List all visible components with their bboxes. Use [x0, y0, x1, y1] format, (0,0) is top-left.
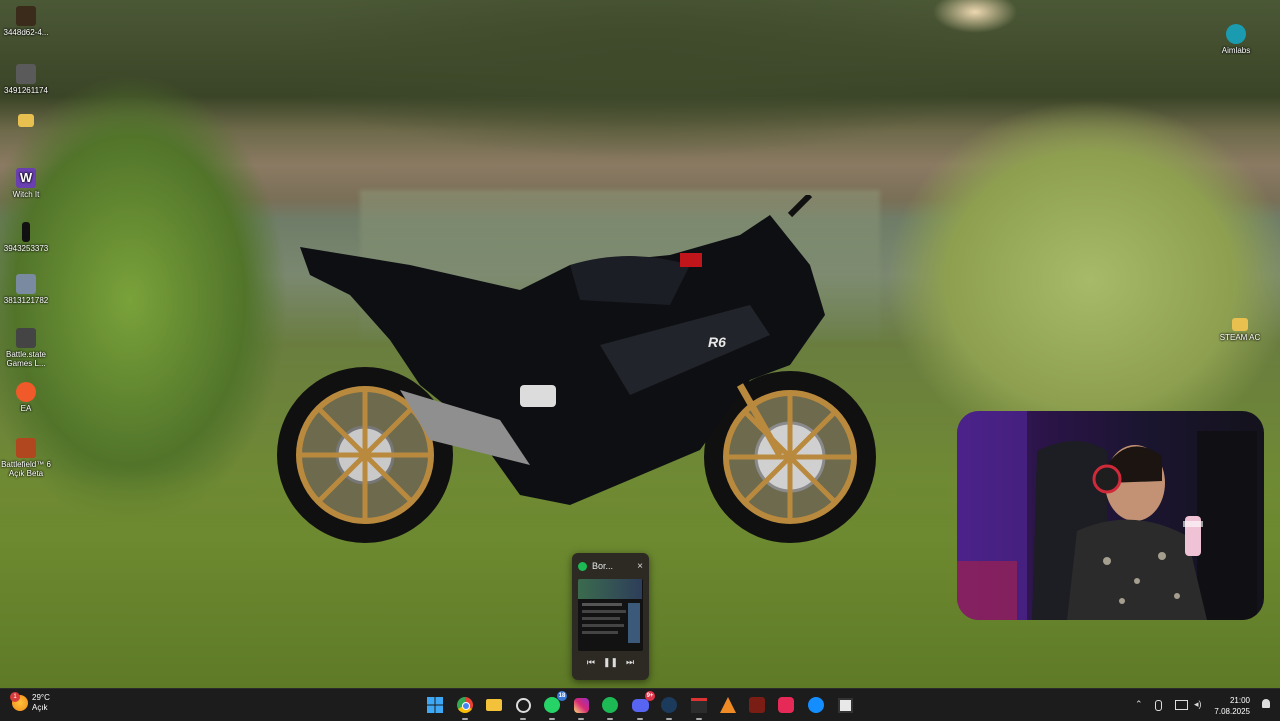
- taskbar: 1 29°C Açık 18 9+ ⌃ ◂) 21:00 7.08.2025: [0, 688, 1280, 721]
- desktop-icon-label: EA: [20, 404, 32, 413]
- battlenet-icon[interactable]: [805, 694, 827, 716]
- motorcycle: R6: [277, 195, 876, 543]
- desktop-icon-witch-it[interactable]: W Witch It: [0, 168, 52, 199]
- volume-icon[interactable]: ◂): [1194, 699, 1202, 710]
- desktop-icon-battlestate[interactable]: Battle.state Games L...: [0, 328, 52, 368]
- desktop-icon-steam-ac[interactable]: STEAM AC: [1214, 318, 1266, 342]
- desktop-icon-label: Battle.state Games L...: [5, 350, 47, 368]
- close-preview-button[interactable]: ×: [637, 561, 643, 572]
- discord-icon[interactable]: 9+: [629, 691, 655, 720]
- folder-icon: [1232, 318, 1248, 331]
- desktop-wallpaper: R6 3448d62-4... 3491261174 W Witch It 39…: [0, 0, 1280, 688]
- notification-bell-icon[interactable]: [1262, 699, 1270, 708]
- witch-it-icon: W: [16, 168, 36, 188]
- game-icon[interactable]: [746, 694, 768, 716]
- windows-start-icon[interactable]: [424, 694, 446, 716]
- clock-date: 7.08.2025: [1214, 707, 1250, 716]
- show-hidden-icons-chevron[interactable]: ⌃: [1135, 699, 1143, 710]
- folder-icon: [18, 114, 34, 127]
- desktop-icon-aimlabs[interactable]: Aimlabs: [1210, 24, 1262, 55]
- spotify-window-thumbnail[interactable]: [578, 579, 643, 651]
- next-track-button[interactable]: ⏭: [626, 657, 634, 668]
- desktop-icon-label: 3448d62-4...: [3, 28, 49, 37]
- battlestate-icon: [16, 328, 36, 348]
- weather-widget[interactable]: 1 29°C Açık: [10, 692, 50, 713]
- system-tray: ⌃ ◂) 21:00 7.08.2025: [1130, 689, 1280, 721]
- streamer-video: [957, 411, 1257, 620]
- spotify-icon[interactable]: [599, 694, 621, 720]
- desktop-icon-label: 3491261174: [4, 86, 48, 95]
- game-shortcut-icon: [16, 6, 36, 26]
- desktop-icon-1[interactable]: 3448d62-4...: [0, 6, 52, 37]
- game-shortcut-icon: [16, 64, 36, 84]
- network-icon[interactable]: [1175, 700, 1188, 710]
- chrome-icon[interactable]: [454, 694, 476, 720]
- spotify-taskbar-preview[interactable]: Bor... × ⏮ ❚❚ ⏭: [572, 553, 649, 680]
- weather-sun-icon: 1: [10, 692, 28, 711]
- discord-badge: 9+: [645, 691, 655, 701]
- stream-app-icon[interactable]: [688, 694, 710, 720]
- weather-temp: 29°C: [32, 693, 50, 702]
- desktop-icon-label: Battlefield™ 6 Açık Beta: [1, 460, 51, 478]
- minecraft-icon[interactable]: [834, 694, 856, 716]
- microphone-icon[interactable]: [1155, 700, 1162, 711]
- desktop-icon-label: 3943253373: [3, 244, 49, 253]
- steam-icon[interactable]: [658, 694, 680, 720]
- desktop-icon-2[interactable]: 3491261174: [0, 64, 52, 95]
- previous-track-button[interactable]: ⏮: [587, 657, 595, 668]
- spotify-icon: [578, 561, 587, 571]
- ea-icon: [16, 382, 36, 402]
- desktop-icon-label: Witch It: [12, 190, 40, 199]
- pause-button[interactable]: ❚❚: [603, 657, 618, 668]
- weather-condition: Açık: [32, 703, 48, 712]
- clock[interactable]: 21:00 7.08.2025: [1214, 695, 1250, 717]
- game-shortcut-icon: [16, 274, 36, 294]
- desktop-icon-label: Aimlabs: [1221, 46, 1251, 55]
- instagram-icon[interactable]: [570, 694, 592, 720]
- tiktok-icon[interactable]: [775, 694, 797, 716]
- desktop-icon-3[interactable]: [0, 114, 52, 129]
- webcam-overlay: [957, 411, 1264, 620]
- desktop-icon-battlefield[interactable]: Battlefield™ 6 Açık Beta: [0, 438, 52, 478]
- desktop-icon-label: STEAM AC: [1219, 333, 1261, 342]
- desktop-icon-ea[interactable]: EA: [0, 382, 52, 413]
- whatsapp-icon[interactable]: 18: [541, 691, 567, 720]
- whatsapp-badge: 18: [557, 691, 567, 701]
- clock-time: 21:00: [1229, 696, 1250, 705]
- desktop-icon-6[interactable]: 3813121782: [0, 274, 52, 305]
- desktop-icon-label: 3813121782: [3, 296, 49, 305]
- desktop-icon-5[interactable]: 3943253373: [0, 222, 52, 253]
- file-explorer-icon[interactable]: [483, 694, 505, 716]
- r6-badge: R6: [708, 334, 726, 350]
- artifact-icon[interactable]: [717, 694, 739, 716]
- game-shortcut-icon: [22, 222, 30, 242]
- battlefield-icon: [16, 438, 36, 458]
- aimlabs-icon: [1226, 24, 1246, 44]
- github-icon[interactable]: [512, 694, 534, 720]
- preview-title: Bor...: [592, 561, 614, 571]
- weather-badge: 1: [10, 692, 20, 702]
